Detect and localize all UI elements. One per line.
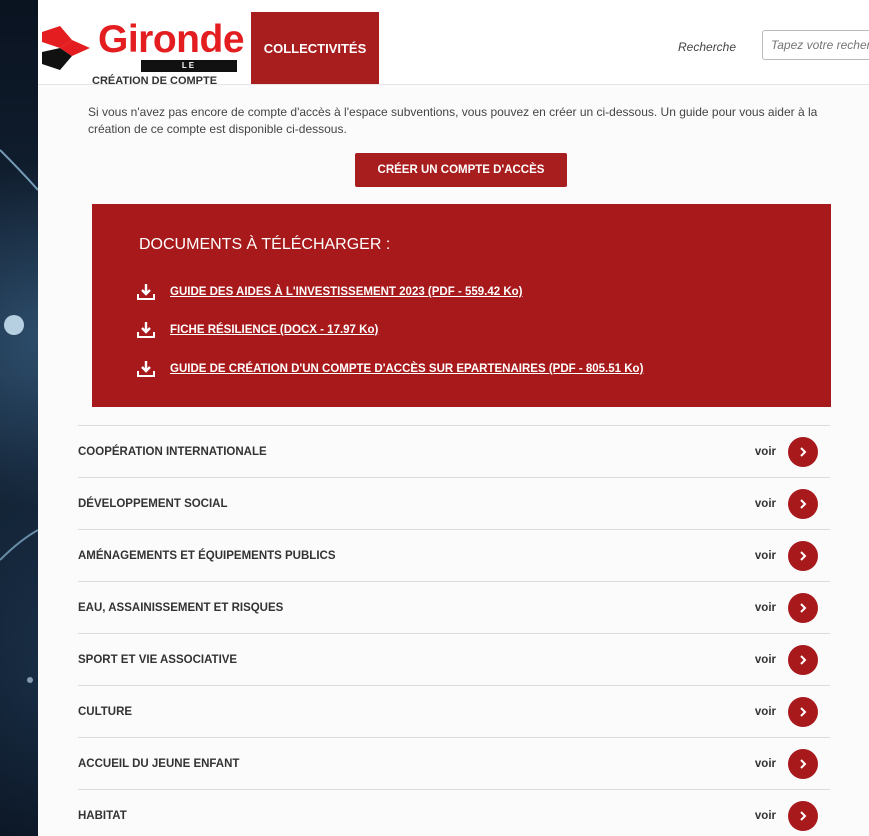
document-link-label[interactable]: GUIDE DE CRÉATION D'UN COMPTE D'ACCÈS SU… <box>170 363 643 375</box>
documents-panel: DOCUMENTS À TÉLÉCHARGER : GUIDE DES AIDE… <box>92 204 831 407</box>
download-icon <box>137 361 155 377</box>
expand-button[interactable] <box>788 488 818 519</box>
accordion-item[interactable]: EAU, ASSAINISSEMENT ET RISQUES voir <box>78 581 830 633</box>
accordion-item-label: AMÉNAGEMENTS ET ÉQUIPEMENTS PUBLICS <box>78 549 336 562</box>
expand-button[interactable] <box>788 540 818 571</box>
expand-button[interactable] <box>788 696 818 727</box>
accordion-item-label: HABITAT <box>78 809 127 822</box>
download-icon <box>137 284 155 300</box>
document-link[interactable]: GUIDE DE CRÉATION D'UN COMPTE D'ACCÈS SU… <box>136 359 643 379</box>
accordion-item-label: CULTURE <box>78 705 133 718</box>
accordion-item[interactable]: CULTURE voir <box>78 685 830 737</box>
accordion-item-label: EAU, ASSAINISSEMENT ET RISQUES <box>78 601 284 614</box>
document-link[interactable]: GUIDE DES AIDES À L'INVESTISSEMENT 2023 … <box>136 282 523 302</box>
create-account-button[interactable]: CRÉER UN COMPTE D'ACCÈS <box>355 153 567 187</box>
expand-button[interactable] <box>788 436 818 467</box>
gironde-logo[interactable]: Gironde LE DÉPARTEMENT <box>42 18 245 82</box>
accordion-item[interactable]: DÉVELOPPEMENT SOCIAL voir <box>78 477 830 529</box>
search-input[interactable] <box>762 30 869 60</box>
accordion-item-label: COOPÉRATION INTERNATIONALE <box>78 445 267 458</box>
chevron-right-icon <box>800 706 807 717</box>
accordion-item-label: DÉVELOPPEMENT SOCIAL <box>78 497 228 510</box>
accordion-item-label: SPORT ET VIE ASSOCIATIVE <box>78 653 238 666</box>
download-icon <box>137 322 155 338</box>
chevron-right-icon <box>800 550 807 561</box>
voir-label[interactable]: voir <box>755 654 776 666</box>
voir-label[interactable]: voir <box>755 758 776 770</box>
search-label: Recherche <box>678 40 737 54</box>
accordion-item[interactable]: ACCUEIL DU JEUNE ENFANT voir <box>78 737 830 789</box>
voir-label[interactable]: voir <box>755 602 776 614</box>
expand-button[interactable] <box>788 592 818 623</box>
logo-subtitle: LE DÉPARTEMENT <box>141 60 237 82</box>
accordion-item[interactable]: COOPÉRATION INTERNATIONALE voir <box>78 425 830 477</box>
chevron-right-icon <box>800 758 807 769</box>
browser-page: Gironde LE DÉPARTEMENT COLLECTIVITÉS Rec… <box>38 0 869 836</box>
voir-label[interactable]: voir <box>755 498 776 510</box>
accordion-item-label: ACCUEIL DU JEUNE ENFANT <box>78 757 240 770</box>
voir-label[interactable]: voir <box>755 446 776 458</box>
logo-wordmark: Gironde <box>98 18 245 61</box>
gironde-logo-icon <box>42 26 90 70</box>
accordion-list: COOPÉRATION INTERNATIONALE voir DÉVELOPP… <box>78 425 830 836</box>
voir-label[interactable]: voir <box>755 810 776 822</box>
documents-title: DOCUMENTS À TÉLÉCHARGER : <box>139 236 391 253</box>
accordion-item[interactable]: HABITAT voir <box>78 789 830 836</box>
chevron-right-icon <box>800 446 807 457</box>
chevron-right-icon <box>800 654 807 665</box>
expand-button[interactable] <box>788 800 818 831</box>
section-heading: CRÉATION DE COMPTE <box>92 75 218 84</box>
expand-button[interactable] <box>788 748 818 779</box>
voir-label[interactable]: voir <box>755 550 776 562</box>
document-link-label[interactable]: FICHE RÉSILIENCE (DOCX - 17.97 Ko) <box>170 324 378 336</box>
voir-label[interactable]: voir <box>755 706 776 718</box>
chevron-right-icon <box>800 602 807 613</box>
chevron-right-icon <box>800 810 807 821</box>
chevron-right-icon <box>800 498 807 509</box>
document-link[interactable]: FICHE RÉSILIENCE (DOCX - 17.97 Ko) <box>136 320 378 340</box>
accordion-item[interactable]: AMÉNAGEMENTS ET ÉQUIPEMENTS PUBLICS voir <box>78 529 830 581</box>
accordion-item[interactable]: SPORT ET VIE ASSOCIATIVE voir <box>78 633 830 685</box>
expand-button[interactable] <box>788 644 818 675</box>
intro-text: Si vous n'avez pas encore de compte d'ac… <box>88 105 818 136</box>
document-link-label[interactable]: GUIDE DES AIDES À L'INVESTISSEMENT 2023 … <box>170 286 523 298</box>
